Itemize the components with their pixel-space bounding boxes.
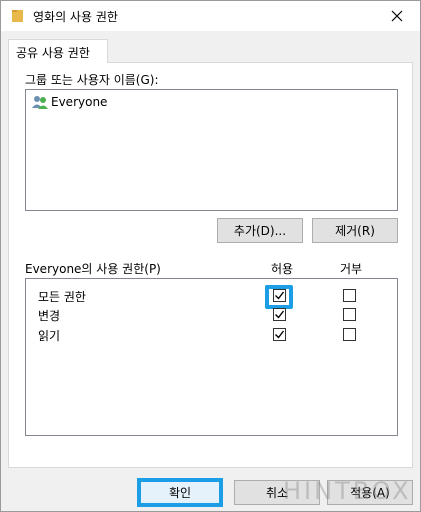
remove-button[interactable]: 제거(R) — [312, 218, 398, 243]
permissions-dialog: 영화의 사용 권한 공유 사용 권한 그룹 또는 사용자 이름(G): Ever… — [0, 0, 421, 512]
allow-checkbox-read[interactable] — [273, 328, 286, 341]
close-button[interactable] — [374, 1, 420, 31]
allow-checkbox-full-control[interactable] — [273, 289, 286, 302]
close-icon — [391, 10, 403, 22]
deny-checkbox-read[interactable] — [343, 328, 356, 341]
users-icon — [32, 96, 48, 109]
apply-button[interactable]: 적용(A) — [327, 480, 413, 505]
title-bar: 영화의 사용 권한 — [1, 1, 420, 31]
deny-checkbox-full-control[interactable] — [343, 289, 356, 302]
permission-label: 모든 권한 — [38, 290, 86, 304]
permission-label: 변경 — [38, 309, 61, 323]
check-icon — [275, 330, 285, 339]
list-item-everyone[interactable]: Everyone — [32, 93, 107, 111]
check-icon — [275, 310, 285, 319]
ok-button[interactable]: 확인 — [137, 478, 223, 507]
permission-row-change: 변경 — [26, 304, 397, 324]
permission-row-full-control: 모든 권한 — [26, 285, 397, 309]
permission-row-read: 읽기 — [26, 324, 397, 344]
list-item-label: Everyone — [51, 95, 108, 109]
window-title: 영화의 사용 권한 — [33, 10, 118, 24]
permissions-list: 모든 권한 변경 읽기 — [25, 278, 398, 436]
deny-checkbox-change[interactable] — [343, 308, 356, 321]
group-user-list[interactable]: Everyone — [25, 89, 398, 211]
add-button[interactable]: 추가(D)... — [217, 218, 303, 243]
permissions-label: Everyone의 사용 권한(P) — [25, 262, 161, 276]
column-allow: 허용 — [271, 262, 294, 276]
permission-label: 읽기 — [38, 329, 61, 343]
folder-icon — [12, 10, 23, 22]
allow-checkbox-change[interactable] — [273, 308, 286, 321]
column-deny: 거부 — [340, 262, 363, 276]
cancel-button[interactable]: 취소 — [234, 480, 320, 505]
tab-share-permissions[interactable]: 공유 사용 권한 — [8, 39, 108, 63]
check-icon — [275, 291, 285, 300]
group-user-label: 그룹 또는 사용자 이름(G): — [25, 73, 159, 87]
